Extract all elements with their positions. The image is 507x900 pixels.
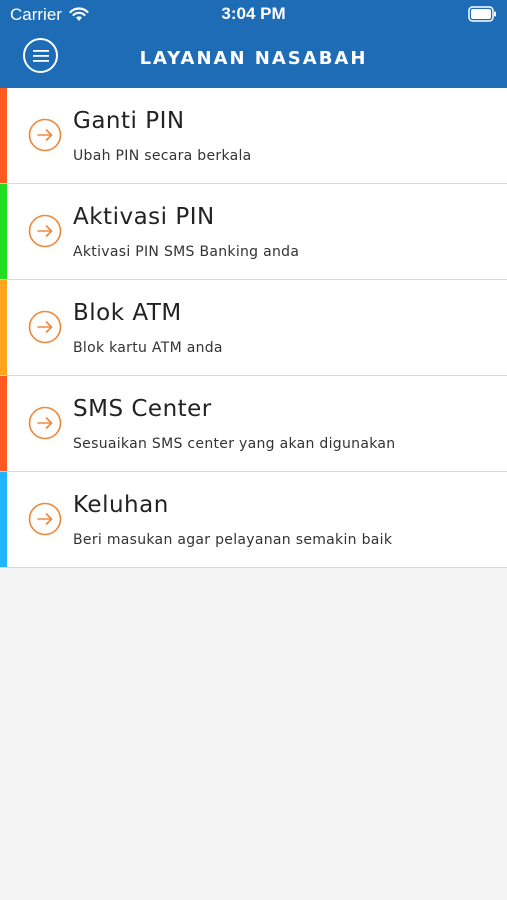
accent-bar (0, 88, 7, 183)
list-item-ganti-pin[interactable]: Ganti PIN Ubah PIN secara berkala (0, 88, 507, 184)
item-title: SMS Center (73, 396, 212, 422)
accent-bar (0, 472, 7, 567)
service-list: Ganti PIN Ubah PIN secara berkala Aktiva… (0, 88, 507, 568)
item-title: Aktivasi PIN (73, 204, 215, 230)
item-subtitle: Sesuaikan SMS center yang akan digunakan (73, 436, 396, 452)
item-subtitle: Blok kartu ATM anda (73, 340, 223, 356)
app-header: Carrier 3:04 PM LAYANAN NASABAH (0, 0, 507, 88)
accent-bar (0, 184, 7, 279)
status-time: 3:04 PM (221, 4, 286, 23)
list-item-aktivasi-pin[interactable]: Aktivasi PIN Aktivasi PIN SMS Banking an… (0, 184, 507, 280)
list-item-keluhan[interactable]: Keluhan Beri masukan agar pelayanan sema… (0, 472, 507, 568)
item-subtitle: Beri masukan agar pelayanan semakin baik (73, 532, 393, 548)
item-title: Blok ATM (73, 300, 182, 326)
accent-bar (0, 376, 7, 471)
arrow-right-circle-icon (28, 406, 62, 440)
status-bar: Carrier 3:04 PM (0, 0, 507, 30)
battery-icon (468, 6, 496, 22)
arrow-right-circle-icon (28, 214, 62, 248)
accent-bar (0, 280, 7, 375)
list-item-blok-atm[interactable]: Blok ATM Blok kartu ATM anda (0, 280, 507, 376)
page-title: LAYANAN NASABAH (139, 48, 368, 69)
list-item-sms-center[interactable]: SMS Center Sesuaikan SMS center yang aka… (0, 376, 507, 472)
arrow-right-circle-icon (28, 118, 62, 152)
item-title: Ganti PIN (73, 108, 185, 134)
item-subtitle: Aktivasi PIN SMS Banking anda (73, 244, 300, 260)
item-subtitle: Ubah PIN secara berkala (73, 148, 252, 164)
arrow-right-circle-icon (28, 502, 62, 536)
item-title: Keluhan (73, 492, 169, 518)
arrow-right-circle-icon (28, 310, 62, 344)
